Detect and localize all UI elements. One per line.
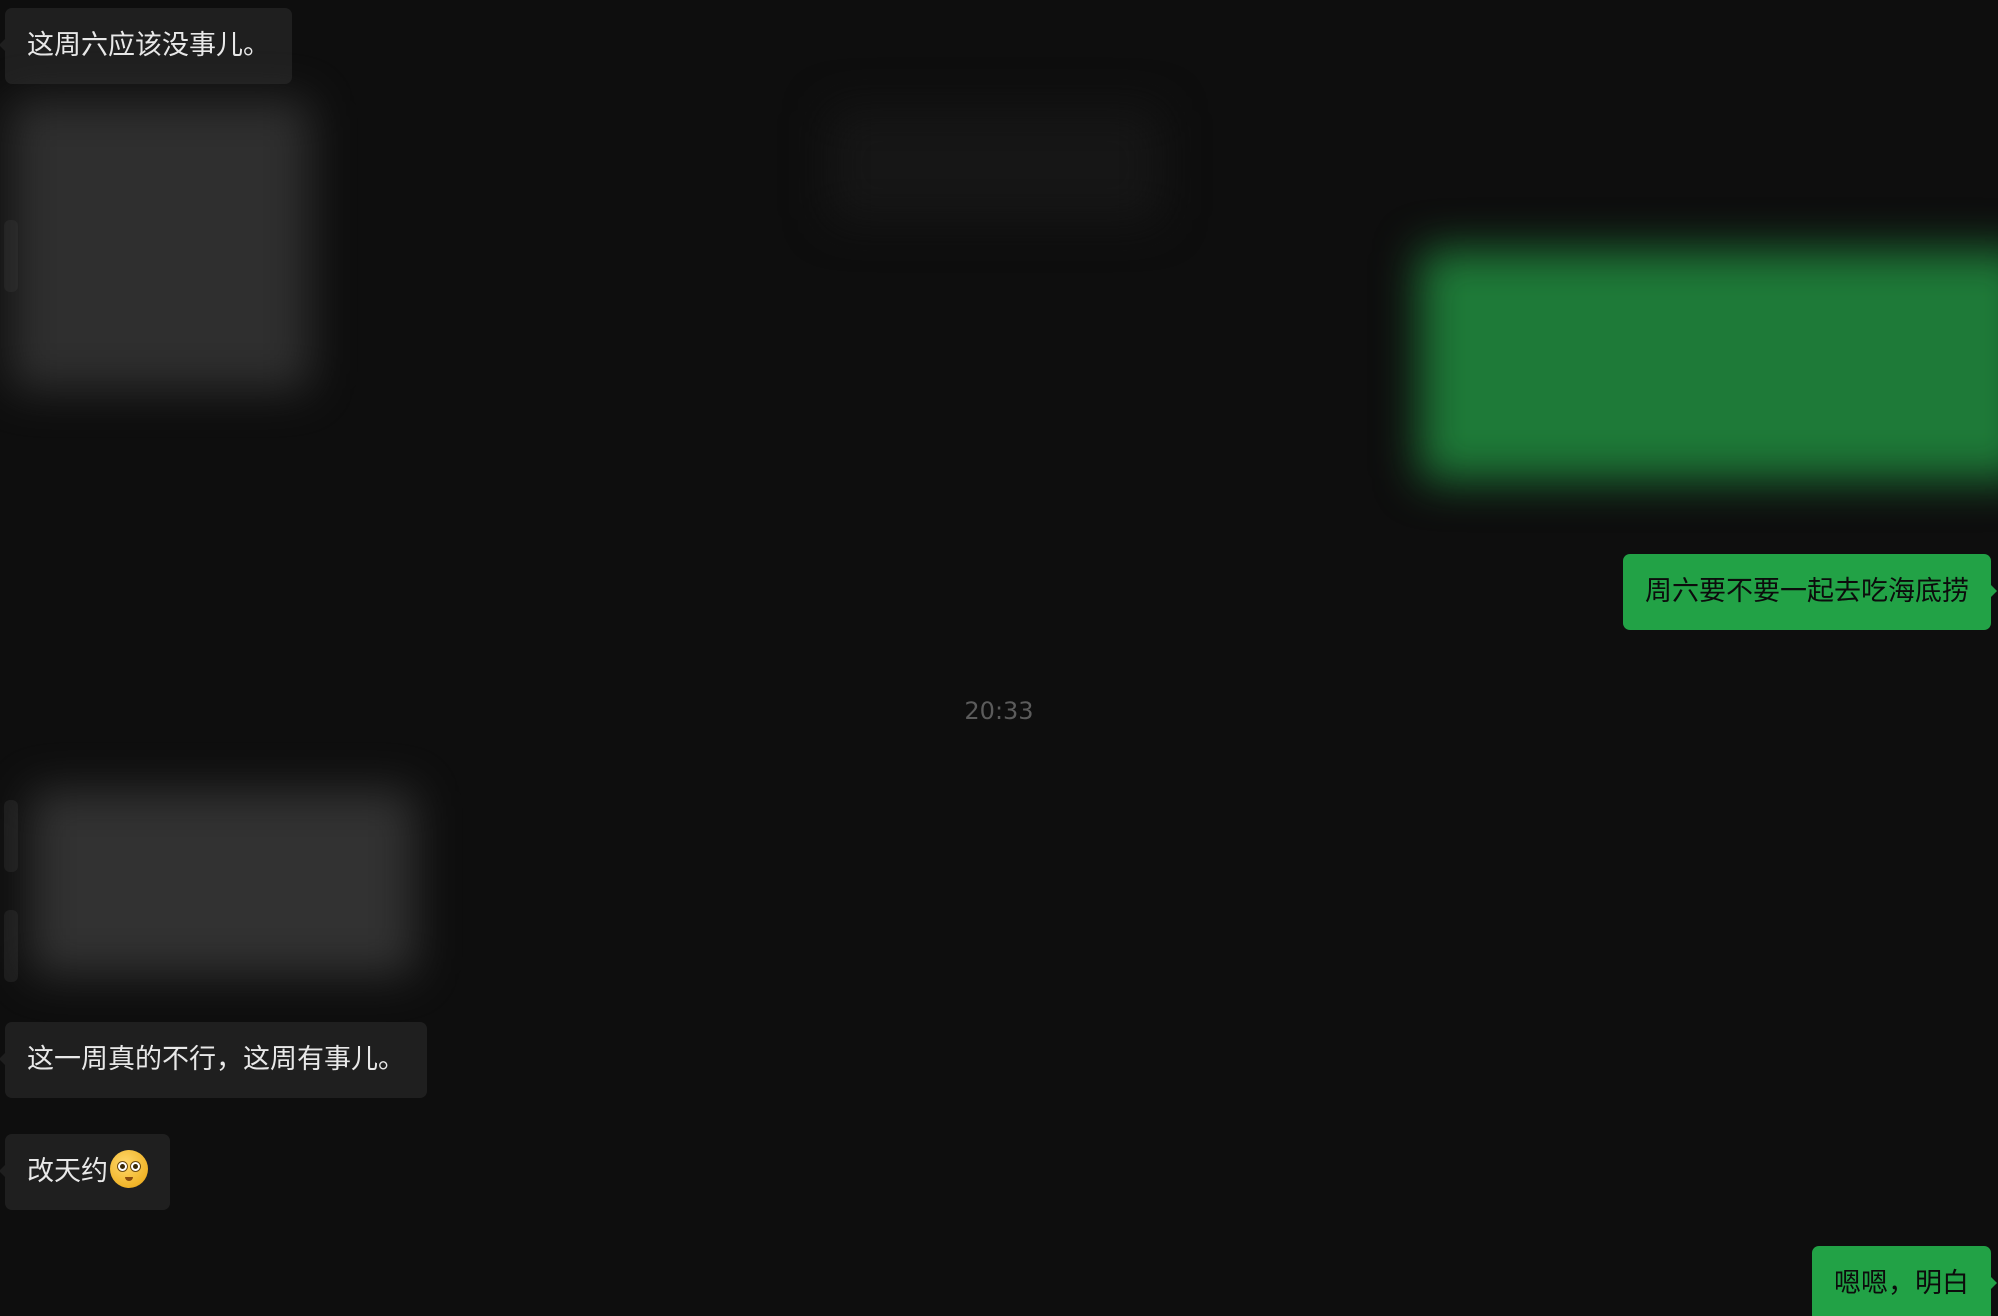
message-text: 周六要不要一起去吃海底捞 <box>1645 576 1969 607</box>
hidden-message-stub <box>4 800 18 872</box>
hidden-message-stub <box>4 910 18 982</box>
blurred-image-message[interactable] <box>30 790 415 975</box>
message-text: 这一周真的不行，这周有事儿。 <box>27 1044 405 1075</box>
message-text: 嗯嗯，明白 <box>1834 1268 1969 1299</box>
incoming-message-bubble[interactable]: 这周六应该没事儿。 <box>0 8 292 84</box>
blurred-region <box>830 110 1160 220</box>
incoming-message-bubble[interactable]: 改天约 <box>0 1134 170 1210</box>
blurred-outgoing-message[interactable] <box>1420 250 1998 480</box>
message-timestamp: 20:33 <box>964 697 1034 725</box>
face-with-monocle-icon <box>110 1150 148 1188</box>
outgoing-message-bubble[interactable]: 周六要不要一起去吃海底捞 <box>1623 554 1997 630</box>
message-text: 改天约 <box>27 1156 108 1187</box>
outgoing-message-bubble[interactable]: 嗯嗯，明白 <box>1812 1246 1997 1316</box>
message-text: 这周六应该没事儿。 <box>27 30 270 61</box>
incoming-message-bubble[interactable]: 这一周真的不行，这周有事儿。 <box>0 1022 427 1098</box>
chat-window: 这周六应该没事儿。 周六要不要一起去吃海底捞 20:33 这一周真的不行，这周有… <box>0 0 1998 1316</box>
blurred-image-message[interactable] <box>10 100 310 390</box>
